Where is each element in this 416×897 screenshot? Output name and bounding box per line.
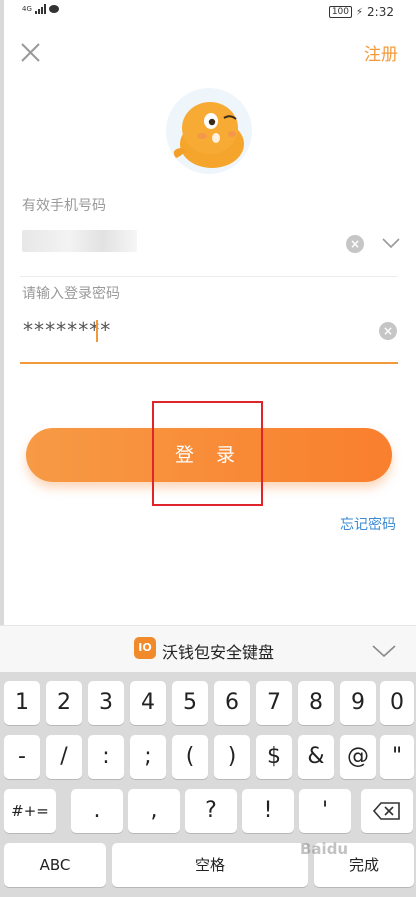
key-apostrophe[interactable]: ' — [299, 789, 351, 833]
key-ampersand[interactable]: & — [298, 735, 334, 779]
forgot-password-link[interactable]: 忘记密码 — [340, 514, 396, 534]
key-3[interactable]: 3 — [88, 681, 124, 725]
key-open-paren[interactable]: ( — [172, 735, 208, 779]
keyboard-title: 沃钱包安全键盘 — [162, 643, 275, 662]
key-9[interactable]: 9 — [340, 681, 376, 725]
key-at[interactable]: @ — [340, 735, 376, 779]
collapse-keyboard-button[interactable] — [371, 643, 397, 658]
key-question[interactable]: ? — [185, 789, 237, 833]
key-4[interactable]: 4 — [130, 681, 166, 725]
key-period[interactable]: . — [71, 789, 123, 833]
phone-field-label: 有效手机号码 — [22, 198, 106, 214]
clear-password-icon[interactable]: × — [379, 322, 397, 340]
close-icon — [21, 43, 40, 62]
key-6[interactable]: 6 — [214, 681, 250, 725]
key-comma[interactable]: , — [128, 789, 180, 833]
phone-input-blurred[interactable] — [22, 230, 137, 252]
phone-divider — [20, 276, 398, 277]
mascot-avatar — [166, 88, 252, 174]
annotation-highlight-box — [152, 401, 263, 506]
key-0[interactable]: 0 — [380, 681, 414, 725]
clear-phone-icon[interactable]: × — [346, 235, 364, 253]
signal-icon — [34, 4, 46, 14]
battery-icon: 100 — [328, 6, 353, 18]
password-underline — [20, 362, 398, 364]
key-abc-toggle[interactable]: ABC — [4, 843, 106, 887]
key-semicolon[interactable]: ; — [130, 735, 166, 779]
chevron-down-icon — [382, 238, 400, 249]
baidu-watermark: Baidu — [300, 840, 349, 858]
charging-icon: ⚡ — [356, 6, 364, 18]
chat-icon — [48, 5, 59, 13]
key-space[interactable]: 空格 — [112, 843, 308, 887]
password-field-label: 请输入登录密码 — [22, 286, 120, 302]
chevron-down-icon — [372, 645, 396, 658]
key-colon[interactable]: : — [88, 735, 124, 779]
key-quote[interactable]: " — [380, 735, 414, 779]
key-5[interactable]: 5 — [172, 681, 208, 725]
key-symbols-toggle[interactable]: #+= — [4, 789, 56, 833]
key-dollar[interactable]: $ — [256, 735, 292, 779]
wallet-logo-icon: IO — [134, 637, 156, 659]
text-cursor — [96, 320, 98, 342]
account-dropdown-button[interactable] — [381, 234, 401, 249]
status-right: 100 ⚡ 2:32 — [328, 5, 394, 19]
network-type: 4G — [22, 4, 32, 13]
key-slash[interactable]: / — [46, 735, 82, 779]
status-bar: 4G 100 ⚡ 2:32 — [0, 0, 416, 26]
mascot-icon — [173, 102, 244, 168]
key-2[interactable]: 2 — [46, 681, 82, 725]
register-button[interactable]: 注册 — [364, 40, 398, 65]
key-close-paren[interactable]: ) — [214, 735, 250, 779]
key-1[interactable]: 1 — [4, 681, 40, 725]
key-exclamation[interactable]: ! — [242, 789, 294, 833]
key-hyphen[interactable]: - — [4, 735, 40, 779]
status-time: 2:32 — [367, 5, 394, 19]
close-button[interactable] — [18, 40, 44, 66]
status-left: 4G — [22, 4, 59, 14]
backspace-icon — [372, 802, 400, 820]
keyboard-header: IO 沃钱包安全键盘 — [0, 625, 416, 672]
key-8[interactable]: 8 — [298, 681, 334, 725]
backspace-key[interactable] — [361, 789, 413, 833]
key-7[interactable]: 7 — [256, 681, 292, 725]
